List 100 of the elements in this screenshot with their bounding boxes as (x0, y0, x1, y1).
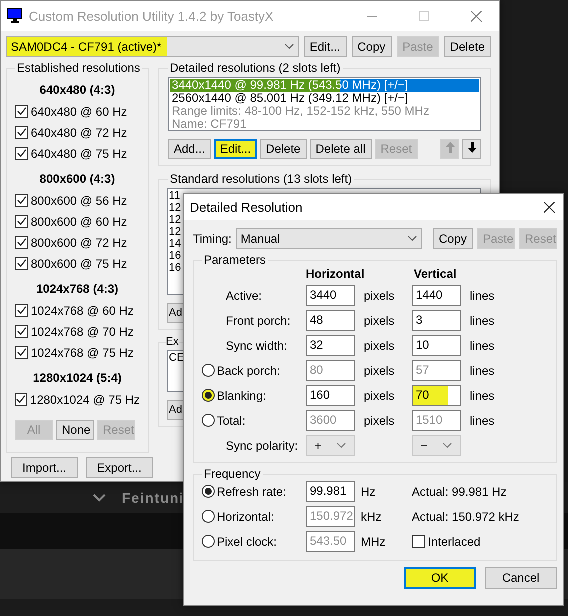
checkbox[interactable] (15, 126, 28, 139)
arrow-down-button[interactable] (462, 139, 481, 159)
field-label: Active: (225, 288, 264, 302)
unit-label: pixels (363, 338, 396, 352)
unit-label: pixels (363, 414, 396, 428)
column-header: Horizontal (306, 267, 366, 281)
checkmark-icon (16, 238, 26, 247)
radio-button[interactable] (202, 485, 215, 498)
list-item[interactable]: Name: CF791 (170, 118, 479, 131)
button[interactable]: Edit... (214, 139, 258, 159)
input-field[interactable]: 70 (412, 385, 461, 406)
button[interactable]: Add... (168, 139, 212, 159)
field-label: Sync width: (225, 338, 288, 352)
checkbox-label: Interlaced (428, 534, 481, 548)
unit-label: pixels (363, 388, 396, 402)
list-item[interactable]: 12 (169, 226, 182, 238)
checkmark-icon (16, 306, 26, 315)
list-item[interactable]: 12 (169, 214, 182, 226)
checkbox-label: 1024x768 @ 60 Hz (31, 304, 134, 318)
group-title: Ex (166, 336, 179, 348)
timing-dropdown[interactable]: Manual (236, 228, 422, 249)
field-label: Front porch: (225, 314, 292, 328)
list-item[interactable]: Range limits: 48-100 Hz, 152-152 kHz, 550 MHz (170, 105, 479, 118)
unit-label: lines (469, 364, 496, 378)
group-title: Frequency (203, 467, 262, 481)
checkbox[interactable] (15, 194, 28, 207)
checkmark-icon (16, 107, 26, 116)
checkbox-label: 1024x768 @ 75 Hz (31, 346, 134, 360)
checkbox[interactable] (15, 346, 28, 359)
button[interactable]: Delete (260, 139, 307, 159)
radio-button[interactable] (202, 414, 215, 427)
list-item[interactable]: 16 (169, 250, 182, 262)
ok-button[interactable]: OK (404, 567, 476, 589)
list-item[interactable]: 14 (169, 238, 182, 250)
checkbox[interactable] (15, 304, 28, 317)
unit-label: lines (469, 388, 496, 402)
chevron-down-icon (93, 494, 106, 502)
unit-label: pixels (363, 364, 396, 378)
list-item[interactable]: 11 (169, 190, 180, 202)
polarity-dropdown[interactable]: + (306, 435, 355, 456)
device-dropdown[interactable]: SAM0DC4 - CF791 (active)* (6, 36, 299, 57)
unit-label: Hz (360, 484, 377, 498)
checkbox-label: 1280x1024 @ 75 Hz (30, 392, 140, 406)
checkbox[interactable] (15, 147, 28, 160)
button[interactable]: None (56, 420, 94, 440)
input-field[interactable]: 3440 (306, 285, 355, 306)
group-title: Parameters (203, 253, 268, 267)
unit-label: lines (469, 314, 496, 328)
column-header: Vertical (413, 267, 458, 281)
button[interactable]: Delete all (310, 139, 372, 159)
arrow-up-icon (446, 142, 455, 153)
checkbox[interactable] (15, 325, 28, 338)
checkmark-icon (16, 395, 26, 404)
checkbox[interactable] (15, 236, 28, 249)
input-field[interactable]: 3 (412, 310, 461, 331)
radio-button[interactable] (202, 389, 215, 402)
group-title: Established resolutions (16, 61, 142, 75)
field-label: Pixel clock: (216, 534, 278, 548)
chevron-down-icon (284, 44, 294, 49)
unit-label: MHz (360, 534, 387, 548)
checkmark-icon (16, 217, 26, 226)
input-field[interactable]: 160 (306, 385, 355, 406)
checkbox[interactable] (15, 393, 28, 406)
button[interactable]: Import... (11, 457, 78, 478)
list-item[interactable]: CE (169, 352, 184, 364)
button[interactable]: Copy (352, 36, 392, 57)
list-item[interactable]: 16 (169, 262, 182, 274)
input-field[interactable]: 99.981 (306, 481, 355, 502)
checkbox[interactable] (15, 215, 28, 228)
group-heading: 1280x1024 (5:4) (32, 371, 123, 385)
input-field[interactable]: 32 (306, 335, 355, 356)
button[interactable]: Export... (86, 457, 153, 478)
input-field[interactable]: 48 (306, 310, 355, 331)
checkbox[interactable] (15, 257, 28, 270)
unit-label: kHz (360, 510, 383, 524)
checkbox-label: 800x600 @ 56 Hz (31, 194, 128, 208)
button[interactable]: Delete (444, 36, 491, 57)
field-label: Total: (216, 414, 247, 428)
radio-button[interactable] (202, 364, 215, 377)
list-item[interactable]: 12 (169, 202, 182, 214)
monitor-icon (7, 8, 23, 24)
cancel-button[interactable]: Cancel (485, 567, 557, 589)
field-label: Blanking: (216, 388, 268, 402)
checkbox[interactable] (412, 535, 425, 548)
unit-label: lines (469, 288, 496, 302)
actual-value: Actual: 99.981 Hz (412, 484, 508, 498)
unit-label: pixels (363, 288, 396, 302)
polarity-dropdown[interactable]: − (412, 435, 461, 456)
field-label: Back porch: (216, 364, 282, 378)
list-item[interactable]: 2560x1440 @ 85.001 Hz (349.12 MHz) [+/−] (170, 92, 479, 105)
chevron-down-icon (408, 236, 418, 241)
unit-label: lines (469, 414, 496, 428)
button[interactable]: Edit... (304, 36, 347, 57)
button[interactable]: Copy (432, 228, 473, 249)
input-field[interactable]: 10 (412, 335, 461, 356)
input-field[interactable]: 1440 (412, 285, 461, 306)
checkbox-label: 640x480 @ 75 Hz (31, 146, 128, 160)
checkbox[interactable] (15, 105, 28, 118)
checkbox-label: 640x480 @ 72 Hz (31, 126, 128, 140)
close-icon[interactable] (544, 202, 555, 212)
